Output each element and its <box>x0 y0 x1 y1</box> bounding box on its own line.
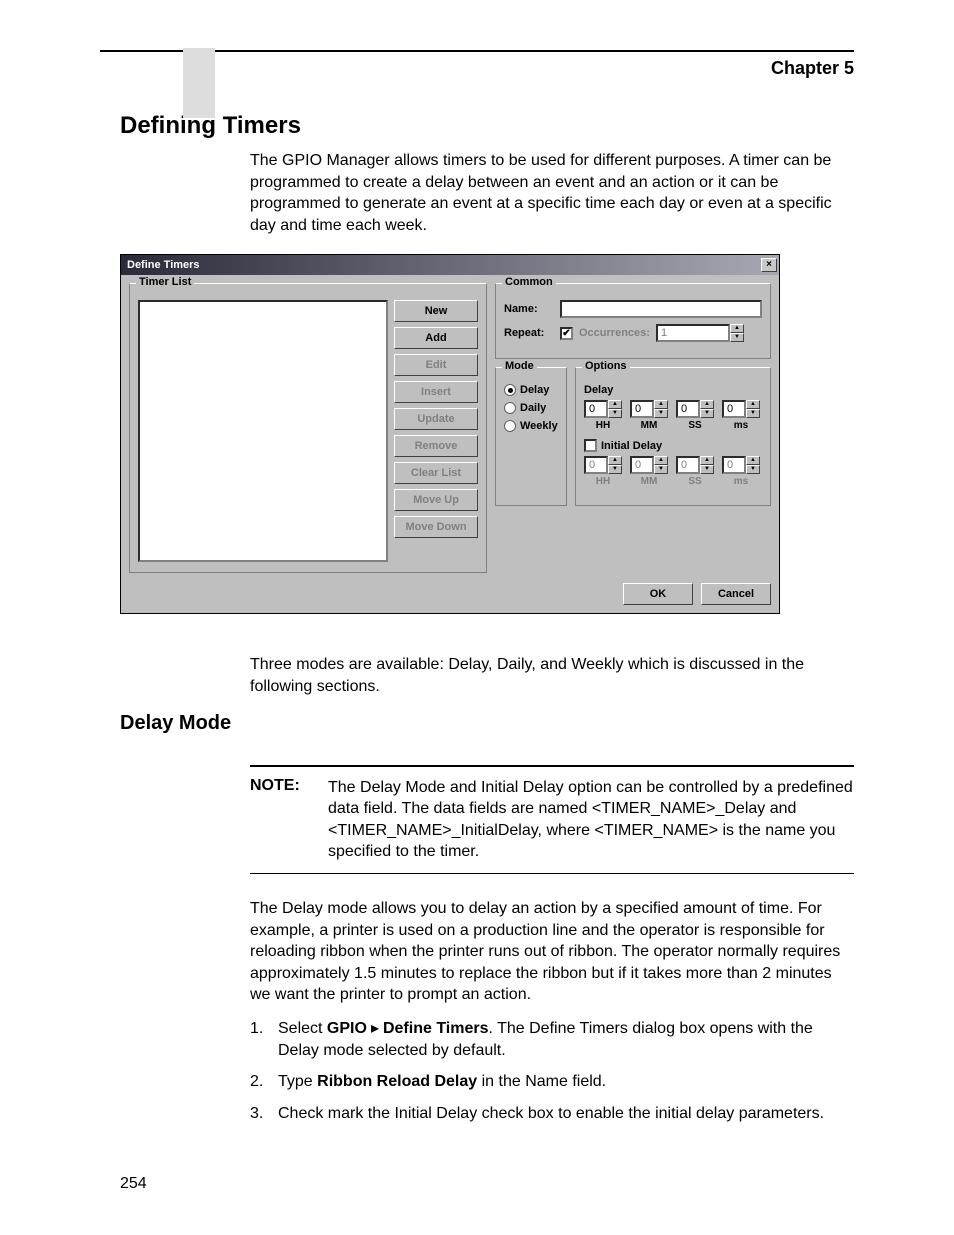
clear-list-button[interactable]: Clear List <box>394 462 478 484</box>
common-fieldset: Common Name: Repeat: ✔ Occurrences: 1 <box>495 283 771 359</box>
initial-ms-input[interactable]: 0 <box>722 456 746 474</box>
delay-mm-label: MM <box>630 420 668 431</box>
intro-paragraph: The GPIO Manager allows timers to be use… <box>250 150 854 236</box>
edit-button[interactable]: Edit <box>394 354 478 376</box>
delay-ms-down[interactable]: ▼ <box>746 409 760 418</box>
initial-delay-label: Initial Delay <box>601 440 662 452</box>
mode-daily-radio[interactable] <box>504 402 516 414</box>
mode-weekly-label: Weekly <box>520 420 558 432</box>
delay-ms-up[interactable]: ▲ <box>746 400 760 409</box>
initial-hh-label: HH <box>584 476 622 487</box>
initial-ms-label: ms <box>722 476 760 487</box>
modes-paragraph: Three modes are available: Delay, Daily,… <box>250 654 854 697</box>
initial-mm-up[interactable]: ▲ <box>654 456 668 465</box>
initial-ss-input[interactable]: 0 <box>676 456 700 474</box>
repeat-checkbox[interactable]: ✔ <box>560 327 573 340</box>
delay-ss-up[interactable]: ▲ <box>700 400 714 409</box>
note-box: NOTE: The Delay Mode and Initial Delay o… <box>250 765 854 874</box>
initial-ss-label: SS <box>676 476 714 487</box>
delay-hh-down[interactable]: ▼ <box>608 409 622 418</box>
initial-hh-down[interactable]: ▼ <box>608 465 622 474</box>
tab-marker <box>183 48 215 118</box>
occurrences-input[interactable]: 1 <box>656 324 730 342</box>
delay-mm-down[interactable]: ▼ <box>654 409 668 418</box>
dialog-title: Define Timers <box>127 259 761 271</box>
delay-hh-up[interactable]: ▲ <box>608 400 622 409</box>
note-label: NOTE: <box>250 777 328 863</box>
delay-ss-down[interactable]: ▼ <box>700 409 714 418</box>
delay-mm-up[interactable]: ▲ <box>654 400 668 409</box>
section-title: Defining Timers <box>120 112 854 140</box>
initial-ms-up[interactable]: ▲ <box>746 456 760 465</box>
initial-mm-input[interactable]: 0 <box>630 456 654 474</box>
add-button[interactable]: Add <box>394 327 478 349</box>
initial-delay-checkbox[interactable] <box>584 439 597 452</box>
note-text: The Delay Mode and Initial Delay option … <box>328 777 854 863</box>
initial-ss-down[interactable]: ▼ <box>700 465 714 474</box>
timer-listbox[interactable] <box>138 300 388 562</box>
options-fieldset: Options Delay 0▲▼ 0▲▼ 0▲▼ 0▲▼ HH MM <box>575 367 771 506</box>
mode-fieldset: Mode Delay Daily Weekly <box>495 367 567 506</box>
delay-intro-paragraph: The Delay mode allows you to delay an ac… <box>250 898 854 1006</box>
delay-label: Delay <box>584 384 762 396</box>
occurrences-down[interactable]: ▼ <box>730 333 744 342</box>
mode-weekly-radio[interactable] <box>504 420 516 432</box>
new-button[interactable]: New <box>394 300 478 322</box>
occurrences-up[interactable]: ▲ <box>730 324 744 333</box>
delay-ss-input[interactable]: 0 <box>676 400 700 418</box>
move-up-button[interactable]: Move Up <box>394 489 478 511</box>
mode-delay-label: Delay <box>520 384 549 396</box>
ok-button[interactable]: OK <box>623 583 693 605</box>
menu-arrow-icon: ▸ <box>367 1018 383 1040</box>
step-2: 2. Type Ribbon Reload Delay in the Name … <box>250 1071 854 1093</box>
name-label: Name: <box>504 303 554 315</box>
timer-list-legend: Timer List <box>136 276 194 288</box>
move-down-button[interactable]: Move Down <box>394 516 478 538</box>
initial-hh-input[interactable]: 0 <box>584 456 608 474</box>
initial-mm-label: MM <box>630 476 668 487</box>
timer-list-fieldset: Timer List New Add Edit Insert Update Re… <box>129 283 487 573</box>
common-legend: Common <box>502 276 556 288</box>
insert-button[interactable]: Insert <box>394 381 478 403</box>
define-timers-dialog: Define Timers × Timer List New Add Edit … <box>120 254 780 614</box>
options-legend: Options <box>582 360 630 372</box>
repeat-label: Repeat: <box>504 327 554 339</box>
delay-ss-label: SS <box>676 420 714 431</box>
cancel-button[interactable]: Cancel <box>701 583 771 605</box>
delay-mm-input[interactable]: 0 <box>630 400 654 418</box>
delay-ms-input[interactable]: 0 <box>722 400 746 418</box>
page-number: 254 <box>120 1175 147 1193</box>
initial-hh-up[interactable]: ▲ <box>608 456 622 465</box>
step-3: 3. Check mark the Initial Delay check bo… <box>250 1103 854 1125</box>
remove-button[interactable]: Remove <box>394 435 478 457</box>
occurrences-label: Occurrences: <box>579 327 650 339</box>
name-input[interactable] <box>560 300 762 318</box>
delay-hh-input[interactable]: 0 <box>584 400 608 418</box>
initial-ms-down[interactable]: ▼ <box>746 465 760 474</box>
close-button[interactable]: × <box>761 258 777 272</box>
initial-mm-down[interactable]: ▼ <box>654 465 668 474</box>
step-1: 1. Select GPIO▸Define Timers. The Define… <box>250 1018 854 1061</box>
steps-list: 1. Select GPIO▸Define Timers. The Define… <box>250 1018 854 1124</box>
delay-hh-label: HH <box>584 420 622 431</box>
dialog-titlebar: Define Timers × <box>121 255 779 275</box>
chapter-heading: Chapter 5 <box>771 58 854 79</box>
delay-ms-label: ms <box>722 420 760 431</box>
initial-ss-up[interactable]: ▲ <box>700 456 714 465</box>
mode-legend: Mode <box>502 360 537 372</box>
mode-delay-radio[interactable] <box>504 384 516 396</box>
mode-daily-label: Daily <box>520 402 546 414</box>
delay-mode-heading: Delay Mode <box>120 712 854 735</box>
update-button[interactable]: Update <box>394 408 478 430</box>
